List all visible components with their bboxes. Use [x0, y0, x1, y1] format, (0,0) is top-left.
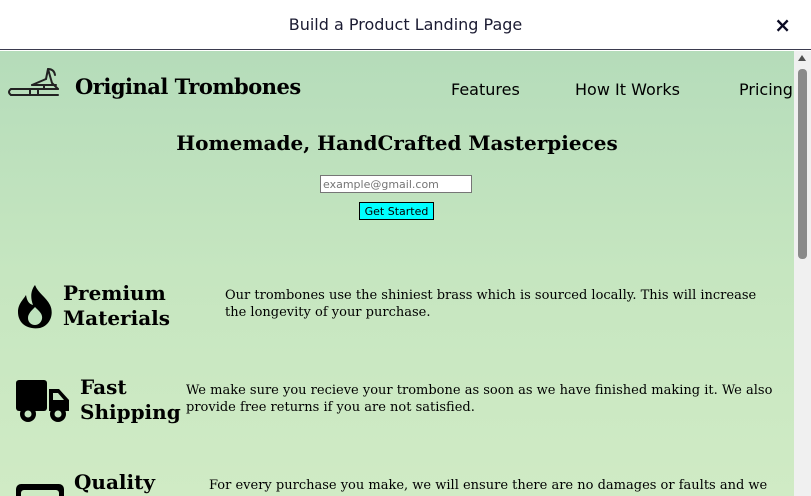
fire-icon [18, 285, 52, 329]
scroll-thumb[interactable] [798, 69, 807, 259]
close-button[interactable]: × [774, 13, 791, 37]
trombone-logo-icon [8, 68, 59, 96]
preview-frame: Original Trombones Features How It Works… [0, 51, 794, 496]
vertical-scrollbar[interactable] [794, 51, 811, 496]
email-input[interactable] [320, 175, 472, 193]
get-started-button[interactable]: Get Started [359, 202, 434, 220]
feature-desc-premium-materials: Our trombones use the shiniest brass whi… [225, 288, 757, 320]
brand-name: Original Trombones [75, 74, 301, 99]
feature-title-quality: Quality [74, 470, 155, 494]
feature-desc-quality: For every purchase you make, we will ens… [209, 478, 768, 496]
modal-title: Build a Product Landing Page [288, 15, 523, 34]
hero-title: Homemade, HandCrafted Masterpieces [176, 131, 618, 155]
nav-how-it-works[interactable]: How It Works [575, 80, 680, 99]
feature-title-premium-materials: Premium Materials [63, 281, 171, 330]
feature-desc-fast-shipping: We make sure you recieve your trombone a… [186, 383, 773, 415]
nav-pricing[interactable]: Pricing [739, 80, 793, 99]
nav-features[interactable]: Features [451, 80, 520, 99]
quality-icon [16, 484, 64, 496]
feature-title-fast-shipping: Fast Shipping [80, 375, 181, 424]
scroll-up-arrow-icon[interactable] [798, 55, 806, 61]
modal-header: Build a Product Landing Page × [0, 0, 811, 50]
truck-icon [16, 380, 69, 422]
